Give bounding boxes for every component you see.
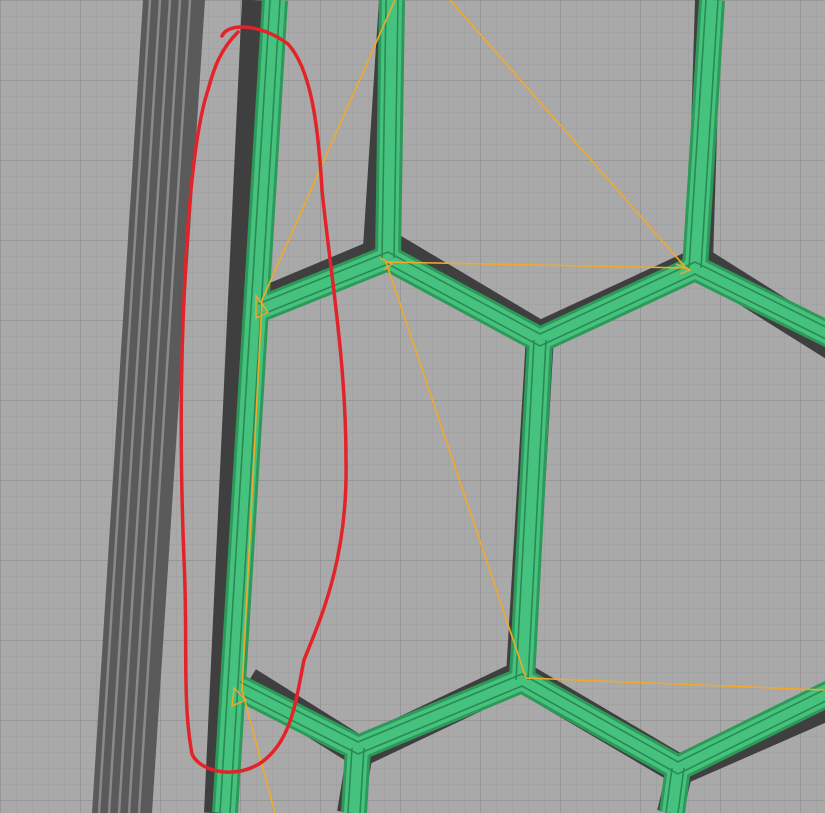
slicer-preview-viewport[interactable] xyxy=(0,0,825,813)
layer-preview-canvas[interactable] xyxy=(0,0,825,813)
